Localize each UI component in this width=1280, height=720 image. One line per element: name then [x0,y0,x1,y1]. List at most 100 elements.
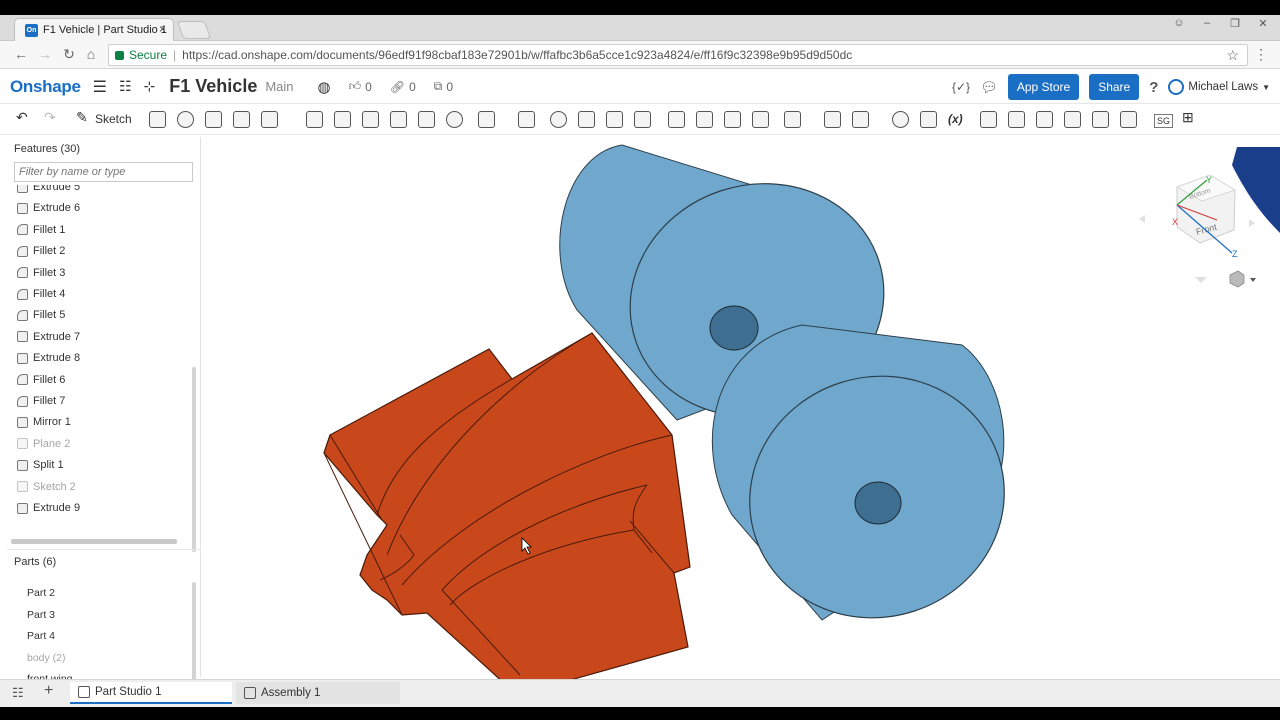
url-field[interactable]: Secure | https://cad.onshape.com/documen… [108,44,1248,66]
restore-icon[interactable]: ❐ [1228,17,1242,30]
shell-icon[interactable] [418,111,435,128]
blue-wheel-2[interactable] [712,324,1035,651]
browser-tab[interactable]: On F1 Vehicle | Part Studio 1 × [14,18,174,41]
help-icon[interactable]: ? [1149,79,1158,96]
feature-item[interactable]: Fillet 4 [17,284,65,304]
chamfer-icon[interactable] [334,111,351,128]
bookmark-star-icon[interactable]: ☆ [1226,47,1239,64]
globe-icon[interactable]: ◍ [318,78,331,96]
version-history-icon[interactable]: ☷ [119,78,132,95]
feature-item[interactable]: Extrude 6 [17,198,80,218]
feature-item[interactable]: Plane 2 [17,434,70,454]
forward-icon[interactable]: → [36,46,54,62]
view-cube[interactable]: Bottom Front Y Z X [1139,174,1256,288]
part-item[interactable]: Part 4 [27,630,55,642]
feature-list-h-scrollbar[interactable] [11,539,177,544]
comments-icon[interactable]: 💬︎ [980,79,998,96]
onshape-logo[interactable]: Onshape [10,77,81,97]
rotate-right-arrow-icon[interactable] [1249,219,1255,227]
home-icon[interactable]: ⌂ [82,46,100,62]
feature-item[interactable]: Fillet 6 [17,370,65,390]
feature-item[interactable]: Sketch 2 [17,477,76,497]
document-title[interactable]: F1 Vehicle [169,76,257,97]
plane-icon[interactable] [784,111,801,128]
thicken-icon[interactable] [261,111,278,128]
helix-icon[interactable] [892,111,909,128]
split-icon[interactable] [578,111,595,128]
pattern-icon[interactable] [478,111,495,128]
feature-item[interactable]: Fillet 7 [17,391,65,411]
hamburger-menu-icon[interactable]: ☰ [93,77,107,97]
browser-menu-icon[interactable]: ⋮ [1254,46,1268,63]
feature-item[interactable]: Extrude 9 [17,498,80,518]
mate-connector-icon[interactable] [824,111,841,128]
feature-item[interactable]: Extrude 5 [17,185,80,197]
minimize-icon[interactable]: – [1200,17,1214,30]
draft-icon[interactable] [362,111,379,128]
feature-item[interactable]: Extrude 8 [17,348,80,368]
like-counter[interactable]: 👍︎ 0 [349,79,372,94]
parts-list-v-scrollbar[interactable] [192,582,196,682]
insert-icon[interactable]: ⊹ [144,78,156,95]
feature-item[interactable]: Split 1 [17,455,64,475]
part-item[interactable]: body (2) [27,652,66,664]
redo-icon[interactable]: ↷ [44,109,56,126]
tab-manager-icon[interactable]: ☷ [12,685,24,701]
revolve-icon[interactable] [177,111,194,128]
extrude-icon[interactable] [149,111,166,128]
boolean-icon[interactable] [550,111,567,128]
graphics-viewport[interactable]: Bottom Front Y Z X [202,135,1280,679]
mirror-icon[interactable] [518,111,535,128]
replace-face-icon[interactable] [752,111,769,128]
feature-item[interactable]: Fillet 1 [17,220,65,240]
reload-icon[interactable]: ↻ [60,46,78,63]
curves-icon[interactable] [852,111,869,128]
move-face-icon[interactable] [724,111,741,128]
part-item[interactable]: Part 3 [27,609,55,621]
feature-item[interactable]: Fillet 3 [17,263,65,283]
part-item[interactable]: Part 2 [27,587,55,599]
undo-icon[interactable]: ↶ [16,109,28,126]
sweep-icon[interactable] [205,111,222,128]
sketch-icon[interactable]: ✎ [76,109,88,126]
add-tab-icon[interactable]: + [44,682,53,700]
feature-item[interactable]: Fillet 5 [17,305,65,325]
rotate-left-arrow-icon[interactable] [1139,215,1145,223]
corner-icon[interactable] [1092,111,1109,128]
add-custom-feature-icon[interactable]: ⊞ [1182,109,1194,126]
workspace-branch[interactable]: Main [265,79,293,94]
loft-icon[interactable] [233,111,250,128]
sheet-metal-icon[interactable] [980,111,997,128]
app-store-button[interactable]: App Store [1007,74,1080,100]
feature-item[interactable]: Fillet 2 [17,241,65,261]
fit-spline-icon[interactable] [920,111,937,128]
tab-icon[interactable] [1036,111,1053,128]
modify-fillet-icon[interactable] [668,111,685,128]
share-button[interactable]: Share [1089,74,1140,100]
finish-sheet-metal-icon[interactable] [1120,111,1137,128]
close-window-icon[interactable]: ✕ [1256,17,1270,30]
variable-icon[interactable]: (x) [948,112,963,126]
back-icon[interactable]: ← [12,46,30,62]
feature-list-v-scrollbar[interactable] [192,367,196,552]
joint-icon[interactable] [1064,111,1081,128]
feature-item[interactable]: Mirror 1 [17,412,71,432]
sketch-label[interactable]: Sketch [95,112,132,126]
feature-item[interactable]: Extrude 7 [17,327,80,347]
tab-part-studio-1[interactable]: Part Studio 1 [70,682,232,704]
rotate-down-arrow-icon[interactable] [1195,277,1207,283]
hole-icon[interactable] [446,111,463,128]
tab-assembly-1[interactable]: Assembly 1 [236,682,400,704]
tab-close-icon[interactable]: × [159,22,166,36]
fillet-icon[interactable] [306,111,323,128]
sg-icon[interactable]: SG [1154,114,1174,128]
profile-icon[interactable]: ☺ [1172,17,1186,30]
transform-icon[interactable] [606,111,623,128]
user-menu[interactable]: Michael Laws ▼ [1168,79,1270,95]
rib-icon[interactable] [390,111,407,128]
link-counter[interactable]: 🔗︎ 0 [390,80,416,94]
orange-front-wing[interactable] [323,332,691,679]
new-tab-button[interactable] [176,21,212,39]
delete-face-icon[interactable] [696,111,713,128]
view-options-cube-icon[interactable] [1229,270,1245,288]
